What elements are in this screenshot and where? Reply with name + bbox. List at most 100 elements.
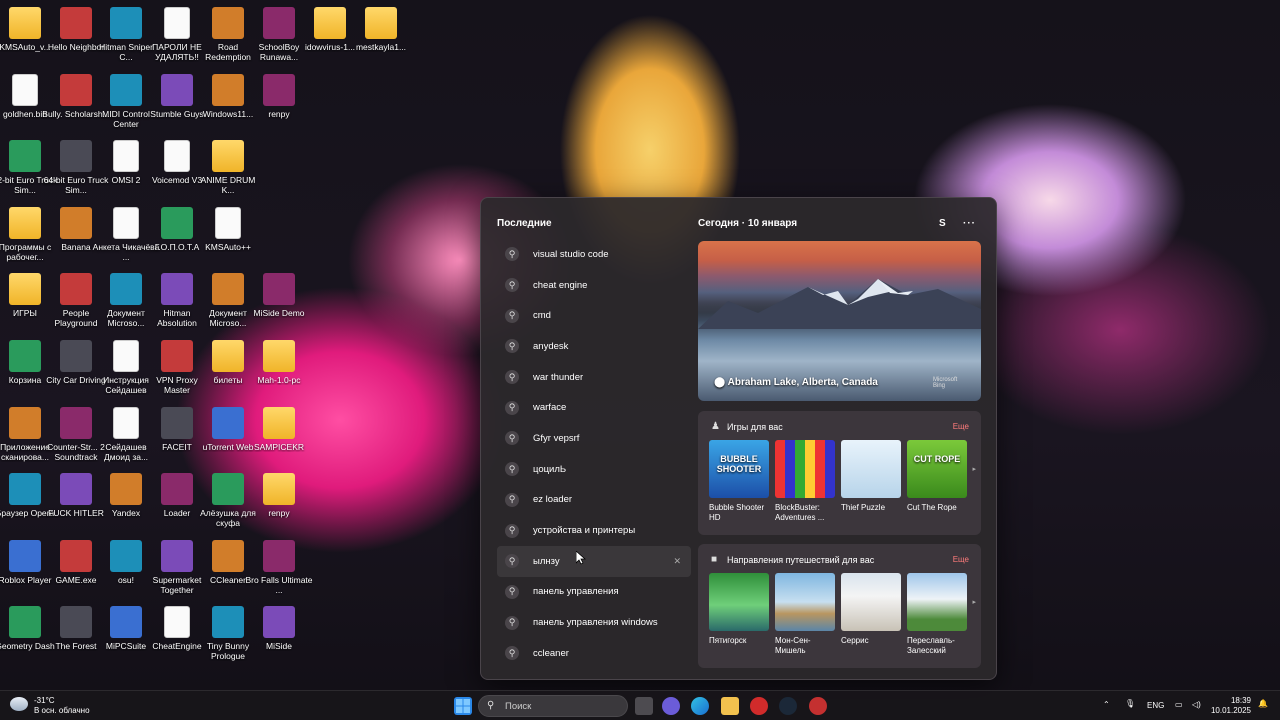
close-icon[interactable]: ✕ — [673, 556, 681, 567]
chevron-up-icon[interactable]: ⌃ — [1103, 700, 1110, 709]
task-view-icon[interactable] — [635, 697, 653, 715]
chevron-right-icon[interactable]: ▸ — [972, 465, 976, 473]
desktop-icon[interactable]: renpy — [245, 70, 313, 134]
opera-gx-icon[interactable] — [809, 697, 827, 715]
language-indicator[interactable]: ENG — [1147, 701, 1164, 710]
recent-search-item[interactable]: ⚲ anydesk — [497, 331, 691, 362]
app-icon — [161, 206, 193, 239]
travel-tile[interactable]: Пятигорск — [709, 573, 769, 646]
recent-search-item[interactable]: ⚲ ылнзу ✕ — [497, 545, 691, 577]
recent-search-item[interactable]: ⚲ cheat engine — [497, 270, 691, 301]
volume-icon[interactable]: ◁) — [1192, 700, 1201, 709]
recent-search-item[interactable]: ⚲ war thunder — [497, 362, 691, 393]
recent-search-item[interactable]: ⚲ warface — [497, 392, 691, 423]
recent-search-item[interactable]: ⚲ панель управления — [497, 577, 691, 608]
recent-search-item[interactable]: ⚲ visual studio code — [497, 239, 691, 270]
microphone-icon[interactable]: 🎙 — [1125, 699, 1135, 708]
app-icon — [60, 340, 92, 372]
app-icon — [9, 473, 41, 506]
weather-temp[interactable]: -31°C — [34, 696, 55, 705]
search-icon: ⚲ — [505, 339, 519, 354]
recent-search-item[interactable]: ⚲ ccleaner — [497, 638, 691, 669]
app-icon — [212, 406, 244, 439]
app-icon — [110, 606, 142, 639]
weather-cloud-icon[interactable] — [10, 697, 28, 711]
game-tile[interactable]: CUT ROPE Cut The Rope — [907, 440, 967, 513]
taskbar-search-placeholder: Поиск — [505, 701, 532, 712]
search-icon: ⚲ — [487, 700, 495, 711]
document-icon — [113, 140, 139, 173]
desktop-icon[interactable]: renpy — [245, 469, 313, 533]
recent-search-text: war thunder — [533, 371, 584, 383]
desktop-icon[interactable]: SAMPICEKR — [245, 403, 313, 467]
travel-tile[interactable]: Переславль-Залесский — [907, 573, 967, 656]
desktop-icon[interactable]: MiSide — [245, 602, 313, 666]
gamepad-icon: ♟ — [711, 421, 720, 432]
folder-icon — [263, 473, 295, 506]
search-icon: ⚲ — [505, 492, 519, 507]
app-icon — [212, 473, 244, 506]
app-icon — [212, 539, 244, 572]
travel-more-link[interactable]: Еще — [953, 555, 969, 564]
taskbar-search-box[interactable]: ⚲ Поиск — [478, 695, 628, 717]
recent-search-text: Gfyr vepsrf — [533, 432, 580, 444]
recent-search-item[interactable]: ⚲ Gfyr vepsrf — [497, 423, 691, 454]
game-tile[interactable]: BUBBLE SHOOTER Bubble Shooter HD — [709, 440, 769, 523]
bing-hero-image[interactable]: ⬤ Abraham Lake, Alberta, Canada Microsof… — [698, 241, 981, 401]
steam-icon[interactable] — [779, 697, 797, 715]
desktop-icon[interactable]: ANIME DRUM K... — [194, 136, 262, 200]
travel-card: ■ Направления путешествий для вас Еще Пя… — [698, 544, 981, 668]
app-icon — [9, 539, 41, 572]
recent-search-item[interactable]: ⚲ цоцилЬ — [497, 454, 691, 485]
edge-browser-icon[interactable] — [691, 697, 709, 715]
recent-search-item[interactable]: ⚲ ez loader — [497, 485, 691, 516]
recent-search-item[interactable]: ⚲ панель управления windows — [497, 607, 691, 638]
travel-thumbnail — [841, 573, 901, 631]
weather-description[interactable]: В осн. облачно — [34, 706, 90, 715]
opera-browser-icon[interactable] — [750, 697, 768, 715]
app-icon — [263, 273, 295, 306]
recent-header: Последние — [497, 218, 552, 229]
travel-title: Переславль-Залесский — [907, 636, 955, 655]
app-icon — [60, 7, 92, 39]
file-explorer-icon[interactable] — [721, 697, 739, 715]
desktop-icon-label: renpy — [268, 108, 290, 119]
clock-time[interactable]: 18:39 — [1213, 696, 1251, 705]
taskbar: -31°C В осн. облачно ⚲ Поиск ⌃ 🎙 ENG ▭ ◁… — [0, 690, 1280, 720]
clock-date[interactable]: 10.01.2025 — [1207, 706, 1251, 715]
notification-bell-icon[interactable]: 🔔 — [1258, 699, 1268, 708]
user-avatar[interactable]: S — [939, 218, 946, 229]
game-tile[interactable]: BlockBuster: Adventures ... — [775, 440, 835, 523]
travel-tile[interactable]: Мон-Сен-Мишель — [775, 573, 835, 656]
recent-search-text: цоцилЬ — [533, 463, 567, 475]
hero-location[interactable]: ⬤ Abraham Lake, Alberta, Canada — [714, 377, 878, 388]
app-icon — [110, 539, 142, 572]
document-icon — [164, 7, 190, 39]
app-icon — [110, 7, 142, 39]
desktop-icon[interactable]: KMSAuto++ — [194, 203, 262, 267]
desktop-icon[interactable]: Mah-1.0-pc — [245, 336, 313, 400]
desktop-icon[interactable]: Bro Falls Ultimate ... — [245, 536, 313, 600]
desktop: KMSAuto_v... Hello Neighbor Hitman Sniper … — [0, 0, 420, 690]
folder-icon — [212, 340, 244, 372]
game-title: Bubble Shooter HD — [709, 503, 765, 522]
chat-icon[interactable] — [662, 697, 680, 715]
app-icon — [9, 140, 41, 173]
app-icon — [263, 73, 295, 106]
chevron-right-icon[interactable]: ▸ — [972, 598, 976, 606]
document-icon — [113, 340, 139, 372]
windows-start-icon[interactable] — [454, 697, 472, 715]
network-icon[interactable]: ▭ — [1175, 700, 1183, 709]
recent-search-text: панель управления windows — [533, 617, 658, 629]
desktop-icon[interactable]: mestkayla1... — [347, 3, 415, 67]
more-options-button[interactable]: ··· — [963, 218, 976, 229]
recent-search-text: панель управления — [533, 586, 619, 598]
app-icon — [212, 606, 244, 639]
recent-search-text: ccleaner — [533, 647, 569, 659]
recent-search-item[interactable]: ⚲ устройства и принтеры — [497, 515, 691, 546]
game-tile[interactable]: Thief Puzzle — [841, 440, 901, 513]
games-more-link[interactable]: Еще — [953, 422, 969, 431]
travel-tile[interactable]: Серрис — [841, 573, 901, 646]
recent-search-item[interactable]: ⚲ cmd — [497, 300, 691, 331]
desktop-icon[interactable]: MiSide Demo — [245, 269, 313, 333]
